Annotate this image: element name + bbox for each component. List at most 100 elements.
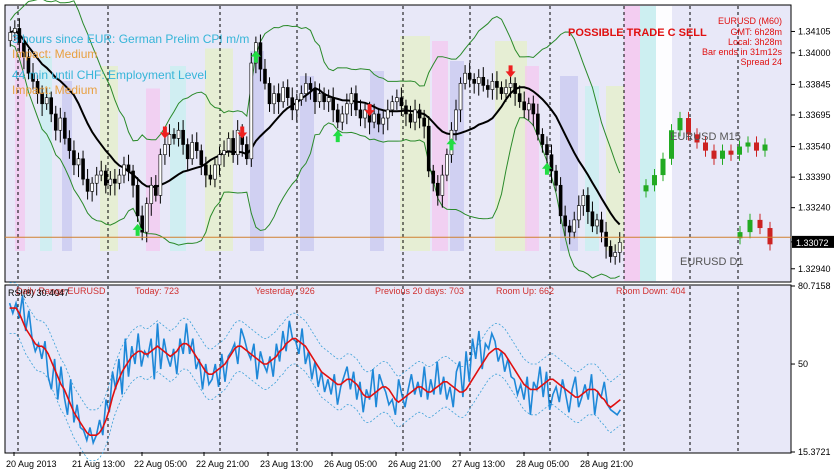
candle-body xyxy=(431,170,436,184)
candle-body xyxy=(176,129,181,139)
candle-body xyxy=(267,83,272,105)
time-label: 20 Aug 2013 xyxy=(6,459,57,469)
mini-label: EURUSD M15 xyxy=(670,131,741,143)
rsi-scale-label: 80.7158 xyxy=(798,281,831,291)
candle-body xyxy=(108,178,113,186)
candle-body xyxy=(435,182,440,196)
info-line: Bar ends in 31m12s xyxy=(702,47,783,57)
info-line: Spread 24 xyxy=(740,57,782,67)
candle-body xyxy=(113,178,117,184)
d1-candle-body xyxy=(767,228,773,245)
candle-body xyxy=(486,85,490,90)
candle-body xyxy=(308,83,313,90)
candle-body xyxy=(554,170,558,186)
rsi-scale-label: 15.3721 xyxy=(798,447,831,457)
session-zone xyxy=(624,6,640,281)
candle-body xyxy=(63,117,67,139)
candle-body xyxy=(290,97,295,111)
range-label: Today: 723 xyxy=(135,286,179,296)
candle-body xyxy=(572,219,577,233)
candle-body xyxy=(76,158,81,166)
session-zone xyxy=(640,6,656,281)
candle-body xyxy=(149,184,154,204)
candle-body xyxy=(399,97,404,107)
range-label: Room Down: 404 xyxy=(616,286,686,296)
candle-body xyxy=(563,215,567,227)
price-label: 1.33845 xyxy=(798,79,831,89)
candle-body xyxy=(154,184,158,196)
info-line: GMT: 6h28m xyxy=(730,27,782,37)
mini-label: EURUSD D1 xyxy=(680,256,744,268)
m15-candle-body xyxy=(728,150,734,155)
candle-body xyxy=(608,246,613,257)
time-label: 23 Aug 13:00 xyxy=(260,459,313,469)
news-title: 3 hours since EUR: German Prelim CPI m/m xyxy=(12,32,249,46)
m15-candle-body xyxy=(745,142,751,147)
trading-chart[interactable]: 3 hours since EUR: German Prelim CPI m/m… xyxy=(0,0,837,473)
candle-body xyxy=(263,68,267,84)
candle-body xyxy=(231,138,235,156)
candle-body xyxy=(349,93,354,105)
candle-body xyxy=(144,203,149,233)
candle-body xyxy=(586,195,590,213)
time-label: 22 Aug 21:00 xyxy=(196,459,249,469)
session-zone xyxy=(606,86,624,251)
candle-body xyxy=(181,129,185,145)
time-label: 27 Aug 13:00 xyxy=(452,459,505,469)
d1-candle-body xyxy=(757,219,763,229)
candle-body xyxy=(326,97,331,103)
m15-candle-body xyxy=(754,142,759,151)
candle-body xyxy=(358,109,363,119)
candle-body xyxy=(340,113,345,123)
candle-body xyxy=(190,142,194,160)
candle-body xyxy=(204,164,208,176)
range-label: Yesterday: 926 xyxy=(255,286,315,296)
candle-body xyxy=(508,83,513,88)
candle-body xyxy=(208,174,213,180)
candle-body xyxy=(49,97,54,115)
candle-body xyxy=(126,164,131,172)
candle-body xyxy=(613,252,617,257)
candle-body xyxy=(335,109,340,123)
candle-body xyxy=(495,81,499,88)
candle-body xyxy=(281,87,285,103)
candle-body xyxy=(67,138,72,151)
candle-body xyxy=(481,76,486,86)
candle-body xyxy=(304,83,308,94)
candle-body xyxy=(90,182,94,192)
price-label: 1.34000 xyxy=(798,48,831,58)
range-label: Previous 20 days: 703 xyxy=(375,286,464,296)
candle-body xyxy=(545,144,549,156)
range-label: Room Up: 662 xyxy=(496,286,554,296)
candle-body xyxy=(376,113,381,125)
candle-body xyxy=(476,76,481,84)
candle-body xyxy=(331,97,335,111)
candle-body xyxy=(467,72,472,80)
candle-body xyxy=(226,138,231,151)
m15-candle-body xyxy=(643,185,649,192)
news-impact: Impact: Medium xyxy=(12,47,97,61)
candle-body xyxy=(558,184,563,217)
candle-body xyxy=(249,62,254,160)
session-zone xyxy=(170,66,186,251)
candle-body xyxy=(213,164,217,180)
candle-body xyxy=(158,154,163,196)
candle-body xyxy=(504,87,508,94)
candle-body xyxy=(513,83,517,94)
candle-body xyxy=(313,89,317,103)
price-label: 1.33240 xyxy=(798,203,831,213)
symbol-header: EURUSD (M60) xyxy=(718,16,782,26)
news-impact: Impact: Medium xyxy=(12,83,97,97)
session-zone xyxy=(400,36,430,251)
candle-body xyxy=(99,170,104,176)
candle-body xyxy=(595,219,599,227)
candle-body xyxy=(576,205,581,221)
candle-body xyxy=(617,241,622,253)
candle-body xyxy=(199,150,204,166)
m15-candle-body xyxy=(762,144,768,151)
candle-body xyxy=(567,225,572,233)
candle-body xyxy=(103,170,108,186)
session-zone xyxy=(370,71,384,251)
candle-body xyxy=(372,113,376,123)
candle-body xyxy=(53,113,58,131)
